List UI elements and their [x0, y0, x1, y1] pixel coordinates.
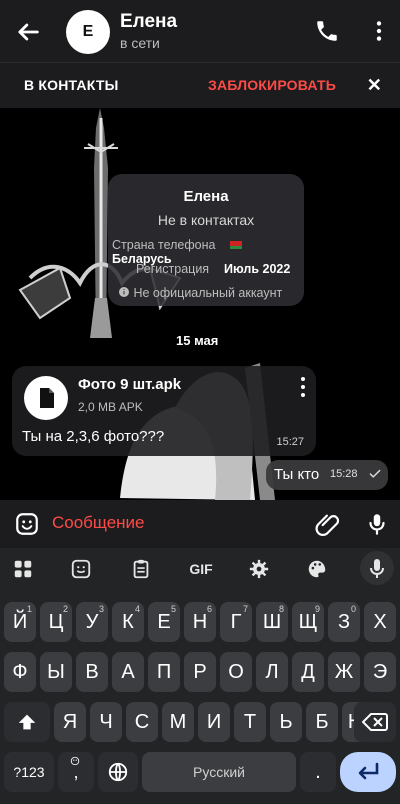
incoming-file-message[interactable]: Фото 9 шт.apk 2,0 MB APK Ты на 2,3,6 фот…	[12, 366, 316, 456]
file-size: 2,0 MB APK	[78, 400, 143, 414]
key-l[interactable]: Л	[256, 652, 288, 692]
compose-bar: Сообщение	[0, 500, 400, 548]
apps-grid-icon[interactable]	[10, 556, 36, 582]
voice-input-button[interactable]	[360, 551, 394, 585]
sticker-icon[interactable]	[14, 511, 40, 537]
key-8[interactable]: Ш8	[256, 602, 288, 642]
microphone-icon[interactable]	[364, 510, 390, 538]
add-contact-button[interactable]: В КОНТАКТЫ	[24, 77, 118, 93]
key-t[interactable]: Т	[234, 702, 266, 742]
key-7[interactable]: Г7	[220, 602, 252, 642]
key-s[interactable]: С	[126, 702, 158, 742]
key-v[interactable]: В	[76, 652, 108, 692]
key-y[interactable]: Ы	[40, 652, 72, 692]
key-i[interactable]: И	[198, 702, 230, 742]
sent-check-icon	[369, 469, 381, 478]
document-icon	[40, 388, 54, 408]
chat-title[interactable]: Елена	[120, 11, 177, 33]
key-d[interactable]: Д	[292, 652, 324, 692]
key-e[interactable]: Э	[364, 652, 396, 692]
attach-icon[interactable]	[314, 511, 340, 537]
comma-key[interactable]: ,	[58, 752, 94, 792]
more-vert-icon[interactable]	[366, 18, 392, 44]
back-arrow-icon[interactable]	[14, 18, 42, 46]
registration-value: Июль 2022	[224, 262, 291, 276]
online-status: в сети	[120, 35, 160, 51]
chat-header: Е Елена в сети	[0, 0, 400, 62]
outgoing-message[interactable]: Ты кто 15:28	[266, 460, 388, 490]
info-icon	[119, 287, 129, 297]
period-key[interactable]: .	[300, 752, 336, 792]
registration-label: Регистрация	[136, 262, 210, 276]
incoming-time: 15:27	[276, 436, 304, 448]
numbers-key[interactable]: ?123	[4, 752, 54, 792]
avatar-letter: Е	[82, 23, 94, 40]
key-5[interactable]: Е5	[148, 602, 180, 642]
enter-key[interactable]	[340, 752, 396, 792]
file-icon[interactable]	[24, 376, 68, 420]
key-11[interactable]: Х	[364, 602, 396, 642]
belarus-flag-icon	[230, 241, 243, 249]
key-m[interactable]: М	[162, 702, 194, 742]
key-4[interactable]: К4	[112, 602, 144, 642]
key-10[interactable]: З0	[328, 602, 360, 642]
key-3[interactable]: У3	[76, 602, 108, 642]
key-6[interactable]: Н6	[184, 602, 216, 642]
block-user-button[interactable]: ЗАБЛОКИРОВАТЬ	[208, 77, 336, 93]
shift-arrow-icon	[18, 714, 36, 730]
backspace-key[interactable]	[354, 702, 396, 742]
keyboard-mic-icon	[370, 559, 384, 578]
key-r[interactable]: Р	[184, 652, 216, 692]
incoming-text: Ты на 2,3,6 фото???	[22, 428, 165, 445]
shift-key[interactable]	[4, 702, 50, 742]
language-globe-key[interactable]	[98, 752, 138, 792]
official-note-row: Не официальный аккаунт	[118, 286, 282, 300]
registration-row: Регистрация Июль 2022	[136, 262, 290, 276]
space-label: Русский	[193, 764, 245, 780]
contact-action-bar: В КОНТАКТЫ ЗАБЛОКИРОВАТЬ ✕	[0, 62, 400, 109]
message-menu-icon[interactable]	[298, 376, 308, 398]
onscreen-keyboard: GIF Й1 Ц2 У3 К4 Е5 Н6 Г7 Ш8 Щ9 З0 Х Ф Ы …	[0, 548, 400, 804]
phone-icon[interactable]	[314, 18, 340, 44]
gif-button[interactable]: GIF	[184, 556, 218, 582]
avatar[interactable]: Е	[66, 10, 110, 54]
close-icon[interactable]: ✕	[367, 75, 382, 96]
key-o[interactable]: О	[220, 652, 252, 692]
key-f[interactable]: Ф	[4, 652, 36, 692]
globe-icon	[108, 762, 128, 782]
card-subtitle: Не в контактах	[157, 212, 255, 228]
key-a[interactable]: А	[112, 652, 144, 692]
key-ya[interactable]: Я	[54, 702, 86, 742]
clipboard-icon[interactable]	[128, 556, 154, 582]
phone-country-label: Страна телефона	[112, 238, 216, 252]
contact-info-card: Елена Не в контактах Страна телефона Бел…	[108, 174, 304, 306]
key-b[interactable]: Б	[306, 702, 338, 742]
key-1[interactable]: Й1	[4, 602, 36, 642]
key-9[interactable]: Щ9	[292, 602, 324, 642]
date-separator: 15 мая	[176, 333, 219, 348]
enter-arrow-icon	[358, 762, 379, 780]
backspace-icon	[362, 713, 388, 731]
outgoing-text: Ты кто	[274, 466, 320, 483]
settings-gear-icon[interactable]	[246, 556, 272, 582]
palette-icon[interactable]	[304, 556, 330, 582]
key-2[interactable]: Ц2	[40, 602, 72, 642]
key-soft-sign[interactable]: Ь	[270, 702, 302, 742]
message-input[interactable]: Сообщение	[52, 513, 145, 533]
key-ch[interactable]: Ч	[90, 702, 122, 742]
emoji-icon	[70, 756, 80, 766]
key-p[interactable]: П	[148, 652, 180, 692]
chat-area[interactable]: Елена Не в контактах Страна телефона Бел…	[0, 108, 400, 500]
outgoing-time: 15:28	[330, 468, 358, 480]
card-name: Елена	[183, 188, 229, 205]
key-zh[interactable]: Ж	[328, 652, 360, 692]
file-name[interactable]: Фото 9 шт.apk	[78, 376, 181, 393]
official-note: Не официальный аккаунт	[133, 286, 283, 300]
space-key[interactable]: Русский	[142, 752, 296, 792]
sticker-keyboard-icon[interactable]	[68, 556, 94, 582]
